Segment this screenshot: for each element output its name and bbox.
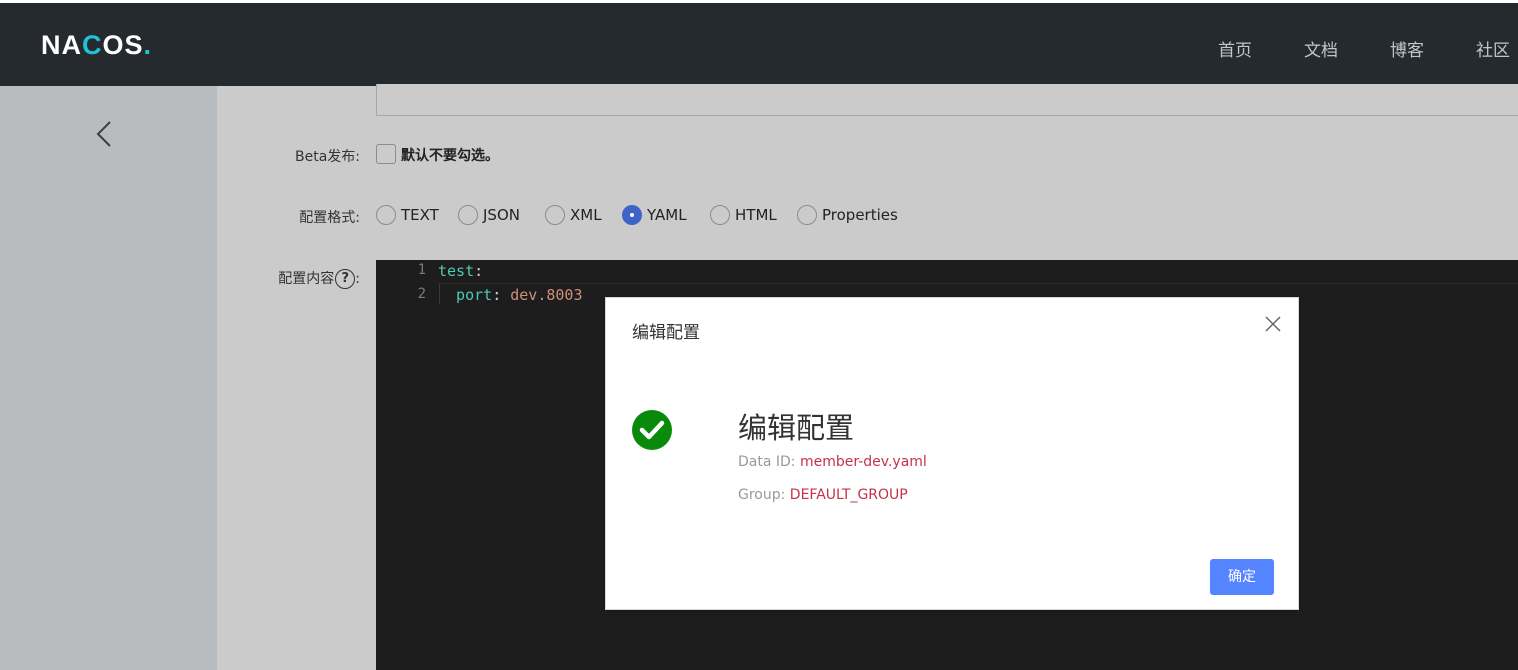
data-id-label: Data ID:: [738, 454, 796, 470]
logo-text-part: OS: [102, 30, 144, 60]
data-id-value: member-dev.yaml: [799, 454, 927, 470]
beta-label: Beta发布:: [294, 149, 360, 165]
yaml-colon: :: [492, 286, 511, 304]
radio-circle-selected: [622, 205, 642, 225]
nacos-logo[interactable]: NACOS.: [41, 30, 152, 60]
nav-item-community[interactable]: 社区: [1476, 36, 1510, 61]
group-label: Group:: [738, 487, 786, 503]
yaml-key: test: [438, 262, 475, 280]
sidebar: [0, 86, 217, 670]
nav-item-docs[interactable]: 文档: [1304, 36, 1338, 61]
radio-label: YAML: [647, 206, 687, 224]
nav-item-home[interactable]: 首页: [1218, 36, 1252, 61]
radio-circle: [458, 205, 478, 225]
yaml-key: port: [438, 286, 493, 304]
radio-label: XML: [570, 206, 602, 224]
ok-button[interactable]: 确定: [1210, 559, 1274, 595]
close-icon[interactable]: [1264, 315, 1282, 333]
yaml-value: dev.8003: [510, 286, 583, 304]
group-value: DEFAULT_GROUP: [789, 487, 908, 503]
radio-circle: [710, 205, 730, 225]
editor-line: 1 test:: [376, 262, 1518, 286]
logo-text-part: C: [82, 30, 103, 60]
logo-text-part: NA: [41, 30, 82, 60]
dialog-title: 编辑配置: [632, 323, 700, 343]
success-check-icon: [632, 410, 672, 450]
top-nav-bar: NACOS. 首页 文档 博客 社区: [0, 3, 1518, 86]
nav-item-blog[interactable]: 博客: [1390, 36, 1424, 61]
help-icon[interactable]: ?: [335, 269, 356, 289]
yaml-colon: :: [474, 262, 484, 280]
line-number: 1: [417, 262, 426, 278]
beta-checkbox-label: 默认不要勾选。: [401, 148, 499, 164]
logo-text-part: .: [143, 30, 153, 60]
beta-checkbox[interactable]: [376, 144, 396, 164]
content-label-text: 配置内容: [278, 271, 335, 287]
radio-circle: [376, 205, 396, 225]
chevron-left-icon[interactable]: [94, 120, 116, 148]
line-number: 2: [417, 286, 426, 302]
content-label-colon: :: [355, 271, 360, 287]
page: NACOS. 首页 文档 博客 社区 Beta发布: 默认不要勾选。 配置格式:…: [0, 0, 1518, 670]
line-code: port: dev.8003: [438, 286, 583, 304]
line-code: test:: [438, 262, 483, 280]
message-title: 编辑配置: [738, 411, 855, 445]
radio-label: Properties: [822, 206, 898, 224]
radio-label: JSON: [483, 206, 520, 224]
data-id-row: Data ID: member-dev.yaml: [738, 454, 927, 470]
radio-label: HTML: [735, 206, 777, 224]
radio-label: TEXT: [401, 206, 439, 224]
radio-circle: [797, 205, 817, 225]
edit-config-dialog: 编辑配置 编辑配置 Data ID: member-dev.yaml Group…: [605, 297, 1299, 610]
radio-circle: [545, 205, 565, 225]
format-label: 配置格式:: [299, 210, 360, 226]
description-textarea[interactable]: [376, 84, 1518, 116]
group-row: Group: DEFAULT_GROUP: [738, 487, 908, 503]
content-label: 配置内容?:: [210, 268, 360, 289]
